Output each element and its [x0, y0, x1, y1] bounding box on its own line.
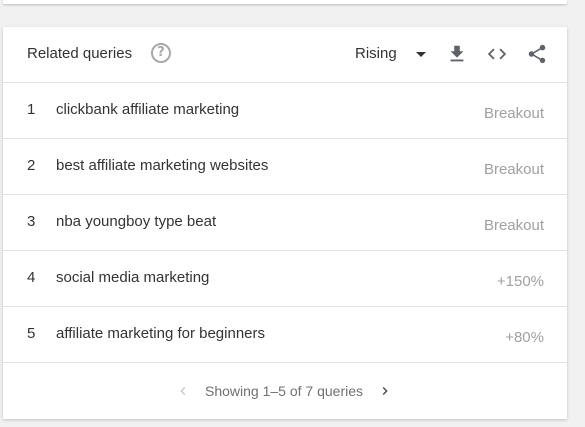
query-link[interactable]: best affiliate marketing websites [56, 157, 268, 174]
row-value: +80% [505, 329, 544, 346]
chevron-right-icon[interactable] [377, 383, 393, 399]
query-row[interactable]: 1 clickbank affiliate marketing Breakout [3, 83, 567, 139]
help-icon[interactable]: ? [151, 43, 171, 63]
chevron-left-icon[interactable] [175, 383, 191, 399]
card-title: Related queries [27, 45, 133, 62]
share-icon[interactable] [526, 43, 548, 65]
pager-status: Showing 1–5 of 7 queries [205, 383, 363, 399]
previous-card-edge [3, 0, 567, 4]
row-value: +150% [496, 273, 544, 290]
pagination: Showing 1–5 of 7 queries [3, 363, 567, 419]
query-link[interactable]: clickbank affiliate marketing [56, 101, 239, 118]
query-link[interactable]: affiliate marketing for beginners [56, 325, 265, 342]
dropdown-arrow-icon [416, 52, 426, 57]
query-row[interactable]: 5 affiliate marketing for beginners +80% [3, 307, 567, 363]
row-value: Breakout [483, 161, 544, 178]
query-row[interactable]: 2 best affiliate marketing websites Brea… [3, 139, 567, 195]
row-value: Breakout [483, 105, 544, 122]
query-link[interactable]: nba youngboy type beat [56, 213, 216, 230]
query-link[interactable]: social media marketing [56, 269, 209, 286]
row-rank: 1 [27, 101, 36, 118]
embed-code-icon[interactable] [486, 43, 508, 65]
row-rank: 2 [27, 157, 36, 174]
dropdown-value: Rising [355, 45, 397, 62]
row-rank: 5 [27, 325, 36, 342]
card-header: Related queries ? Rising [3, 27, 567, 83]
row-rank: 4 [27, 269, 36, 286]
download-icon[interactable] [446, 43, 468, 65]
row-rank: 3 [27, 213, 36, 230]
query-row[interactable]: 3 nba youngboy type beat Breakout [3, 195, 567, 251]
row-value: Breakout [483, 217, 544, 234]
query-row[interactable]: 4 social media marketing +150% [3, 251, 567, 307]
related-queries-card: Related queries ? Rising 1 clickbank aff… [3, 27, 567, 419]
